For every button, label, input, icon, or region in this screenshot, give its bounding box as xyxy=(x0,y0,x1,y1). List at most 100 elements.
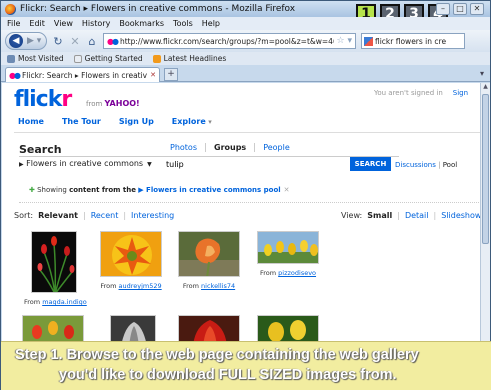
reload-icon[interactable]: ↻ xyxy=(52,35,64,48)
sort-interesting[interactable]: Interesting xyxy=(131,211,174,220)
plus-icon: ✚ xyxy=(29,186,35,194)
view-small[interactable]: Small xyxy=(367,211,392,220)
menu-bar: File Edit View History Bookmarks Tools H… xyxy=(1,17,490,30)
address-bar[interactable]: ●● http://www.flickr.com/search/groups/?… xyxy=(103,33,356,49)
nav-explore[interactable]: Explore xyxy=(172,117,212,126)
tab-people[interactable]: People xyxy=(254,143,298,152)
yahoo-logo: YAHOO! xyxy=(104,99,140,108)
photo-caption: From magda.indigo xyxy=(24,298,87,306)
bookmark-getting-started[interactable]: Getting Started xyxy=(73,54,143,63)
close-icon[interactable]: ✕ xyxy=(470,3,484,15)
window-title: Flickr: Search ▸ Flowers in creative com… xyxy=(20,4,296,14)
caption-from: From xyxy=(24,298,41,306)
tab-groups[interactable]: Groups xyxy=(205,143,254,152)
sort-recent[interactable]: Recent xyxy=(91,211,119,220)
scope-arrow-icon: ▶ xyxy=(19,161,24,168)
caption-from: From xyxy=(182,282,199,290)
folder-icon xyxy=(7,54,15,63)
scroll-up-icon[interactable]: ▲ xyxy=(481,83,490,93)
maximize-icon[interactable]: □ xyxy=(453,3,467,15)
window-controls: – □ ✕ xyxy=(436,3,484,15)
view-slideshow[interactable]: Slideshow xyxy=(441,211,480,220)
photo-image[interactable] xyxy=(178,231,241,279)
tab-flickr-search[interactable]: ●● Flickr: Search ▸ Flowers in creative … xyxy=(5,67,160,82)
stop-icon[interactable]: ✕ xyxy=(69,35,81,48)
photo-owner-link[interactable]: nickellis74 xyxy=(201,282,235,290)
logo-part-blue: flick xyxy=(14,87,62,112)
pool-link[interactable]: ▶ Flowers in creative commons pool xyxy=(138,186,280,194)
instruction-caption: Step 1. Browse to the web page containin… xyxy=(1,341,491,390)
tab-strip: ●● Flickr: Search ▸ Flowers in creative … xyxy=(1,65,490,82)
menu-history[interactable]: History xyxy=(82,19,110,28)
photo-thumb-2: From audreyjm529 xyxy=(98,231,164,290)
site-favicon: ●● xyxy=(107,36,119,46)
remove-filter-icon[interactable]: ✕ xyxy=(284,186,290,194)
signin-text: You aren't signed in xyxy=(374,89,443,97)
search-type-tabs: Photos Groups People xyxy=(162,143,298,152)
showing-notice: ✚ Showing content from the ▶ Flowers in … xyxy=(29,186,290,194)
discussions-link[interactable]: Discussions xyxy=(395,161,436,169)
menu-edit[interactable]: Edit xyxy=(29,19,45,28)
rss-icon xyxy=(152,54,161,63)
menu-bookmarks[interactable]: Bookmarks xyxy=(119,19,164,28)
menu-view[interactable]: View xyxy=(54,19,73,28)
tab-list-icon[interactable]: ▾ xyxy=(480,69,484,78)
scroll-thumb[interactable] xyxy=(482,94,489,244)
photo-caption: From pizzodisevo xyxy=(255,269,321,277)
search-engine-icon[interactable] xyxy=(364,36,373,46)
bookmark-label: Most Visited xyxy=(18,54,64,63)
search-scope-dropdown[interactable]: ▶ Flowers in creative commons ▼ xyxy=(19,159,152,168)
back-icon[interactable]: ◀ xyxy=(9,34,23,48)
separator: | xyxy=(82,211,86,220)
photo-owner-link[interactable]: audreyjm529 xyxy=(119,282,162,290)
minimize-icon[interactable]: – xyxy=(436,3,450,15)
search-button[interactable]: SEARCH xyxy=(350,157,391,171)
bookmark-label: Latest Headlines xyxy=(163,54,227,63)
view-detail[interactable]: Detail xyxy=(405,211,429,220)
search-heading: Search xyxy=(19,143,62,156)
flickr-logo[interactable]: flickr xyxy=(14,87,72,112)
search-divider xyxy=(19,156,399,157)
nav-the-tour[interactable]: The Tour xyxy=(62,117,101,126)
bookmark-most-visited[interactable]: Most Visited xyxy=(7,54,64,63)
chevron-down-icon: ▼ xyxy=(147,161,152,168)
separator: | xyxy=(438,161,441,169)
search-engine-box[interactable]: flickr flowers in cre xyxy=(361,33,465,49)
menu-file[interactable]: File xyxy=(7,19,20,28)
forward-icon[interactable]: ▶ ▾ xyxy=(27,36,41,46)
yahoo-tagline: from YAHOO! xyxy=(86,99,140,108)
bookmark-latest-headlines[interactable]: Latest Headlines xyxy=(152,54,227,63)
sort-bar: Sort: Relevant | Recent | Interesting xyxy=(14,211,174,220)
menu-help[interactable]: Help xyxy=(202,19,220,28)
photo-image[interactable] xyxy=(100,231,163,278)
showing-divider xyxy=(19,202,480,203)
caption-from: From xyxy=(100,282,117,290)
nav-home[interactable]: Home xyxy=(18,117,44,126)
tagline-from: from xyxy=(86,100,103,108)
photo-owner-link[interactable]: magda.indigo xyxy=(42,298,87,306)
bookmark-star-icon[interactable]: ☆ ▾ xyxy=(337,36,352,46)
photo-thumb-4: From pizzodisevo xyxy=(255,231,321,277)
sort-relevant[interactable]: Relevant xyxy=(38,211,78,220)
search-engine-text: flickr flowers in cre xyxy=(375,36,447,46)
menu-tools[interactable]: Tools xyxy=(173,19,193,28)
nav-sign-up[interactable]: Sign Up xyxy=(119,117,154,126)
photo-thumb-1: From magda.indigo xyxy=(24,231,87,306)
signin-link[interactable]: Sign xyxy=(453,89,468,97)
home-icon[interactable]: ⌂ xyxy=(86,35,98,48)
search-query-input[interactable] xyxy=(162,158,338,170)
tab-label: Flickr: Search ▸ Flowers in creative c..… xyxy=(21,70,148,80)
photo-owner-link[interactable]: pizzodisevo xyxy=(278,269,316,277)
view-label: View: xyxy=(341,211,363,220)
showing-bold: content from the xyxy=(69,186,136,194)
tab-photos[interactable]: Photos xyxy=(162,143,205,152)
navigation-toolbar: ◀ ▶ ▾ ↻ ✕ ⌂ ●● http://www.flickr.com/sea… xyxy=(1,30,490,52)
photo-image[interactable] xyxy=(31,231,78,295)
page-icon xyxy=(73,54,82,63)
new-tab-button[interactable]: + xyxy=(164,68,178,81)
nav-divider xyxy=(14,132,480,133)
photo-caption: From audreyjm529 xyxy=(98,282,164,290)
vertical-scrollbar[interactable]: ▲ xyxy=(480,83,490,343)
photo-image[interactable] xyxy=(257,231,320,265)
tab-close-icon[interactable]: ✕ xyxy=(150,71,156,79)
